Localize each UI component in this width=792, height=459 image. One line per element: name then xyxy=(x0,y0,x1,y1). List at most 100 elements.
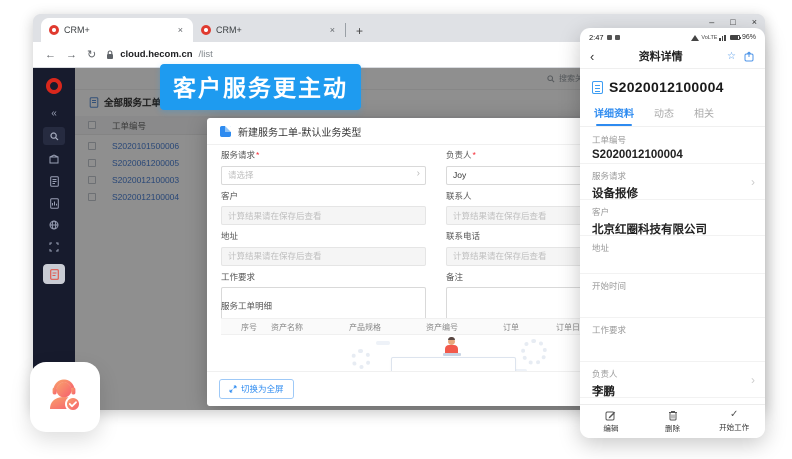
url-host: cloud.hecom.cn xyxy=(120,49,192,60)
status-time: 2:47 xyxy=(589,33,604,42)
phone-nav-bar: ‹ 资料详情 ☆ xyxy=(580,44,765,69)
crm-favicon xyxy=(49,25,59,35)
col-asset-no: 资产编号 xyxy=(426,322,458,333)
field-label: 开始时间 xyxy=(592,280,753,292)
back-icon[interactable]: ← xyxy=(45,49,56,61)
record-id: S2020012100004 xyxy=(609,79,724,95)
field-work-req: 工作要求 xyxy=(580,318,765,362)
field-value: S2020012100004 xyxy=(592,149,753,161)
browser-tab-1[interactable]: CRM+ × xyxy=(41,18,193,42)
phone-field-list: 工单编号 S2020012100004 服务请求 设备报修 › 客户 北京红圈科… xyxy=(580,128,765,404)
field-order-no: 工单编号 S2020012100004 xyxy=(580,128,765,164)
hecom-logo-icon xyxy=(46,78,62,94)
trash-icon xyxy=(668,410,678,421)
sidebar-report-icon[interactable] xyxy=(43,195,65,211)
field-label: 工作要求 xyxy=(592,324,753,336)
field-start-time: 开始时间 xyxy=(580,274,765,318)
battery-icon xyxy=(730,35,740,41)
url-box[interactable]: cloud.hecom.cn/list xyxy=(106,49,213,60)
record-title-row: S2020012100004 xyxy=(580,69,765,103)
sidebar-expand-icon[interactable] xyxy=(43,239,65,255)
tab-close-icon[interactable]: × xyxy=(176,25,185,35)
col-asset-name: 资产名称 xyxy=(271,322,303,333)
chevron-right-icon: › xyxy=(751,373,755,387)
favorite-star-icon[interactable]: ☆ xyxy=(727,51,736,62)
maximize-icon[interactable]: □ xyxy=(730,17,735,27)
fullscreen-toggle-button[interactable]: 切换为全屏 xyxy=(219,379,294,399)
sidebar-document-icon[interactable] xyxy=(43,173,65,189)
cloud-shape xyxy=(376,341,390,345)
field-label: 工单编号 xyxy=(592,134,753,146)
field-label: 地址 xyxy=(221,230,426,242)
workorder-icon xyxy=(220,126,231,137)
field-label: 服务请求 xyxy=(592,170,753,182)
chevron-right-icon: › xyxy=(417,168,420,179)
customer-input xyxy=(221,206,426,225)
phone-panel: 2:47 VoLTE 96% ‹ 资料详情 ☆ S2020012100004 详… xyxy=(580,28,765,438)
tab-close-icon[interactable]: × xyxy=(328,25,337,35)
battery-percent: 96% xyxy=(742,34,756,41)
tab-activity[interactable]: 动态 xyxy=(654,105,674,126)
field-service-request: 服务请求 › xyxy=(221,149,426,185)
field-label: 客户 xyxy=(592,206,753,218)
field-value: 李鹏 xyxy=(592,383,753,399)
field-label: 负责人 xyxy=(592,368,753,380)
gear-icon xyxy=(351,349,371,369)
field-owner[interactable]: 负责人 李鹏 › xyxy=(580,362,765,398)
sidebar-service-active-icon[interactable] xyxy=(43,264,65,284)
chevron-right-icon: › xyxy=(751,175,755,189)
forward-icon[interactable]: → xyxy=(66,49,77,61)
tab-title: CRM+ xyxy=(216,25,323,35)
sidebar-company-icon[interactable] xyxy=(43,151,65,167)
field-service-request[interactable]: 服务请求 设备报修 › xyxy=(580,164,765,200)
delete-action[interactable]: 删除 xyxy=(642,405,704,438)
wifi-icon xyxy=(691,35,699,41)
phone-page-title: 资料详情 xyxy=(594,48,727,64)
fullscreen-label: 切换为全屏 xyxy=(241,383,284,395)
sidebar-collapse-icon[interactable]: « xyxy=(43,105,65,121)
field-customer: 客户 xyxy=(221,190,426,226)
signal-icon xyxy=(719,35,726,41)
url-path: /list xyxy=(199,49,213,60)
modal-title: 新建服务工单-默认业务类型 xyxy=(238,124,361,139)
crm-favicon xyxy=(201,25,211,35)
sidebar-globe-icon[interactable] xyxy=(43,217,65,233)
action-label: 开始工作 xyxy=(719,422,749,433)
phone-action-bar: 编辑 删除 ✓ 开始工作 xyxy=(580,404,765,438)
field-label: 服务请求 xyxy=(221,149,426,161)
check-icon: ✓ xyxy=(730,410,738,420)
notification-icon xyxy=(607,35,612,40)
start-work-action[interactable]: ✓ 开始工作 xyxy=(703,405,765,438)
col-index: 序号 xyxy=(241,322,257,333)
service-request-select[interactable] xyxy=(221,166,426,185)
window-controls: – □ × xyxy=(709,17,757,27)
minimize-icon[interactable]: – xyxy=(709,17,714,27)
field-label: 客户 xyxy=(221,190,426,202)
fullscreen-icon xyxy=(229,385,237,393)
action-label: 删除 xyxy=(665,423,680,434)
customer-service-card[interactable] xyxy=(30,362,100,432)
action-label: 编辑 xyxy=(603,423,618,434)
col-order: 订单 xyxy=(503,322,519,333)
phone-tabs: 详细资料 动态 相关 xyxy=(580,103,765,127)
close-icon[interactable]: × xyxy=(752,17,757,27)
sitting-person-illustration xyxy=(443,337,461,357)
new-tab-button[interactable]: + xyxy=(346,24,373,42)
field-value: 设备报修 xyxy=(592,185,753,201)
volte-indicator: VoLTE xyxy=(701,35,717,41)
phone-status-bar: 2:47 VoLTE 96% xyxy=(580,28,765,44)
col-spec: 产品规格 xyxy=(349,322,381,333)
tab-related[interactable]: 相关 xyxy=(694,105,714,126)
field-value: 北京红圈科技有限公司 xyxy=(592,221,753,237)
field-label: 地址 xyxy=(592,242,753,254)
reload-icon[interactable]: ↻ xyxy=(87,48,96,61)
field-label: 工作要求 xyxy=(221,271,426,283)
tab-detail[interactable]: 详细资料 xyxy=(594,105,634,126)
promo-banner: 客户服务更主动 xyxy=(160,64,361,110)
gear-icon xyxy=(521,339,547,365)
sidebar-search-icon[interactable] xyxy=(43,127,65,145)
notification-icon xyxy=(615,35,620,40)
share-icon[interactable] xyxy=(744,51,755,62)
browser-tab-2[interactable]: CRM+ × xyxy=(193,18,345,42)
edit-action[interactable]: 编辑 xyxy=(580,405,642,438)
